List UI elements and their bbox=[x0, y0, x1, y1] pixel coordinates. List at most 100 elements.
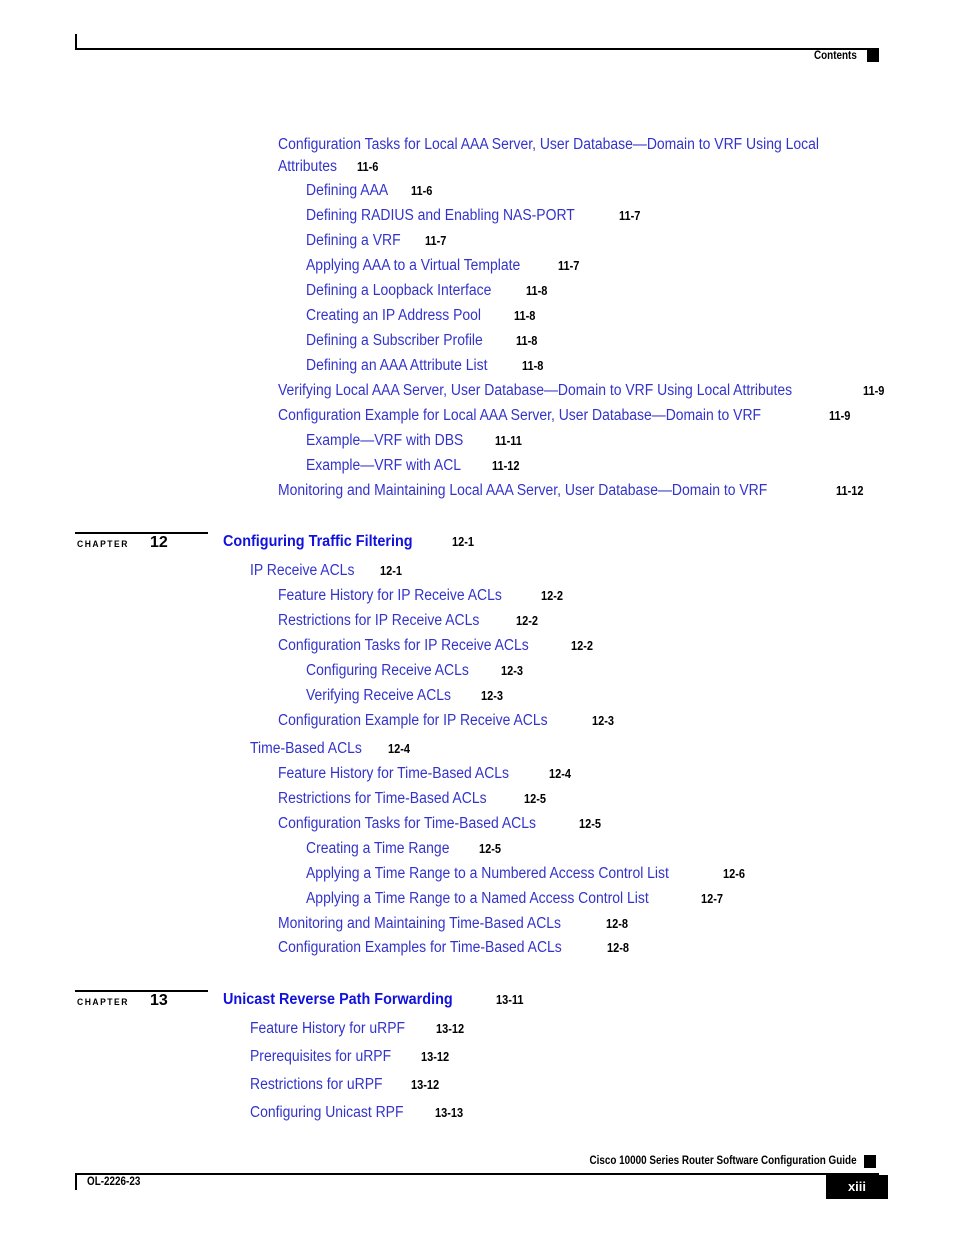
toc-entry-page-number[interactable]: 11-6 bbox=[357, 160, 378, 174]
toc-entry-page-number[interactable]: 11-9 bbox=[829, 409, 850, 423]
toc-entry-level-3[interactable]: Creating an IP Address Pool 11-8 bbox=[306, 307, 539, 325]
toc-entry-page-number[interactable]: 12-8 bbox=[607, 941, 629, 955]
toc-entry-page-number[interactable]: 12-2 bbox=[541, 589, 563, 603]
toc-entry-level-2[interactable]: Verifying Local AAA Server, User Databas… bbox=[278, 382, 888, 400]
toc-entry-page-number[interactable]: 12-1 bbox=[380, 564, 402, 578]
toc-entry-title[interactable]: Time-Based ACLs bbox=[250, 740, 362, 758]
toc-entry-page-number[interactable]: 11-8 bbox=[522, 359, 543, 373]
toc-entry-level-3[interactable]: Defining RADIUS and Enabling NAS-PORT 11-… bbox=[306, 207, 643, 225]
toc-chapter-entry[interactable]: Unicast Reverse Path Forwarding 13-11 bbox=[223, 991, 527, 1009]
toc-chapter-entry[interactable]: Configuring Traffic Filtering 12-1 bbox=[223, 533, 477, 551]
toc-entry-title[interactable]: Applying AAA to a Virtual Template bbox=[306, 257, 520, 275]
toc-entry-level-2[interactable]: Feature History for IP Receive ACLs 12-2 bbox=[278, 587, 566, 605]
toc-entry-level-3[interactable]: Example—VRF with ACL 11-12 bbox=[306, 457, 524, 475]
toc-entry-page-number[interactable]: 12-1 bbox=[452, 535, 474, 549]
toc-entry-title[interactable]: Feature History for Time-Based ACLs bbox=[278, 765, 509, 783]
toc-entry-title[interactable]: Verifying Receive ACLs bbox=[306, 687, 451, 705]
toc-entry-level-2[interactable]: Configuration Tasks for IP Receive ACLs 1… bbox=[278, 637, 596, 655]
toc-entry-level-3[interactable]: Defining AAA 11-6 bbox=[306, 182, 436, 200]
toc-entry-title[interactable]: Defining AAA bbox=[306, 182, 388, 200]
toc-entry-title[interactable]: Prerequisites for uRPF bbox=[250, 1048, 391, 1066]
toc-entry-page-number[interactable]: 11-8 bbox=[514, 309, 535, 323]
toc-entry-level-3[interactable]: Creating a Time Range 12-5 bbox=[306, 840, 504, 858]
toc-entry-title[interactable]: Configuring Unicast RPF bbox=[250, 1104, 404, 1122]
toc-entry-level-2[interactable]: Restrictions for Time-Based ACLs 12-5 bbox=[278, 790, 549, 808]
toc-entry-page-number[interactable]: 12-5 bbox=[579, 817, 601, 831]
toc-entry-level-1[interactable]: Time-Based ACLs 12-4 bbox=[250, 740, 413, 758]
toc-entry-page-number[interactable]: 11-8 bbox=[526, 284, 547, 298]
toc-entry-page-number[interactable]: 12-4 bbox=[549, 767, 571, 781]
toc-entry-title[interactable]: Feature History for IP Receive ACLs bbox=[278, 587, 502, 605]
toc-entry-title[interactable]: Creating a Time Range bbox=[306, 840, 449, 858]
toc-entry-title[interactable]: Example—VRF with ACL bbox=[306, 457, 461, 475]
toc-entry-level-3[interactable]: Defining a VRF 11-7 bbox=[306, 232, 449, 250]
toc-entry-page-number[interactable]: 12-3 bbox=[481, 689, 503, 703]
toc-entry-level-3[interactable]: Defining a Subscriber Profile 11-8 bbox=[306, 332, 541, 350]
toc-entry-page-number[interactable]: 12-5 bbox=[479, 842, 501, 856]
toc-entry-page-number[interactable]: 12-5 bbox=[524, 792, 546, 806]
toc-entry-title[interactable]: Defining a VRF bbox=[306, 232, 401, 250]
toc-entry-level-3[interactable]: Defining an AAA Attribute List 11-8 bbox=[306, 357, 546, 375]
toc-entry-level-2[interactable]: Restrictions for IP Receive ACLs 12-2 bbox=[278, 612, 541, 630]
toc-entry-level-3[interactable]: Configuring Receive ACLs 12-3 bbox=[306, 662, 526, 680]
toc-entry-page-number[interactable]: 11-7 bbox=[619, 209, 640, 223]
toc-entry-level-1[interactable]: Prerequisites for uRPF 13-12 bbox=[250, 1048, 453, 1066]
toc-entry-page-number[interactable]: 12-3 bbox=[501, 664, 523, 678]
toc-entry-level-2[interactable]: Monitoring and Maintaining Time-Based AC… bbox=[278, 915, 632, 933]
toc-entry-level-1[interactable]: Restrictions for uRPF 13-12 bbox=[250, 1076, 443, 1094]
toc-entry-page-number[interactable]: 12-2 bbox=[571, 639, 593, 653]
toc-entry-title[interactable]: IP Receive ACLs bbox=[250, 562, 354, 580]
toc-entry-level-2[interactable]: Configuration Tasks for Time-Based ACLs 1… bbox=[278, 815, 604, 833]
toc-entry-page-number[interactable]: 13-13 bbox=[435, 1106, 463, 1120]
toc-entry-page-number[interactable]: 11-12 bbox=[492, 459, 520, 473]
toc-entry-level-1[interactable]: Configuring Unicast RPF 13-13 bbox=[250, 1104, 467, 1122]
toc-entry-title[interactable]: Defining a Subscriber Profile bbox=[306, 332, 483, 350]
toc-entry-page-number[interactable]: 12-7 bbox=[701, 892, 723, 906]
toc-entry-level-2[interactable]: Configuration Example for Local AAA Serv… bbox=[278, 407, 853, 425]
toc-entry-page-number[interactable]: 12-2 bbox=[516, 614, 538, 628]
toc-entry-level-3[interactable]: Applying a Time Range to a Numbered Acce… bbox=[306, 865, 748, 883]
toc-entry-title[interactable]: Configuring Traffic Filtering bbox=[223, 533, 413, 551]
toc-entry-title[interactable]: Configuration Tasks for Local AAA Server… bbox=[278, 136, 819, 154]
toc-entry-level-2[interactable]: Configuration Example for IP Receive ACL… bbox=[278, 712, 617, 730]
toc-entry-title[interactable]: Restrictions for uRPF bbox=[250, 1076, 383, 1094]
toc-entry-page-number[interactable]: 12-3 bbox=[592, 714, 614, 728]
toc-entry-title[interactable]: Feature History for uRPF bbox=[250, 1020, 405, 1038]
toc-entry-title[interactable]: Verifying Local AAA Server, User Databas… bbox=[278, 382, 792, 400]
toc-entry-level-2[interactable]: Attributes 11-6 bbox=[278, 158, 382, 176]
toc-entry-level-2[interactable]: Feature History for Time-Based ACLs 12-4 bbox=[278, 765, 574, 783]
toc-entry-level-3[interactable]: Example—VRF with DBS 11-11 bbox=[306, 432, 525, 450]
toc-entry-title[interactable]: Attributes bbox=[278, 158, 337, 176]
toc-entry-page-number[interactable]: 11-7 bbox=[558, 259, 579, 273]
toc-entry-title[interactable]: Unicast Reverse Path Forwarding bbox=[223, 991, 453, 1009]
toc-entry-level-3[interactable]: Applying AAA to a Virtual Template 11-7 bbox=[306, 257, 582, 275]
toc-entry-level-3[interactable]: Applying a Time Range to a Named Access … bbox=[306, 890, 726, 908]
toc-entry-title[interactable]: Defining an AAA Attribute List bbox=[306, 357, 487, 375]
toc-entry-page-number[interactable]: 11-9 bbox=[863, 384, 884, 398]
toc-entry-page-number[interactable]: 11-8 bbox=[516, 334, 537, 348]
toc-entry-level-2[interactable]: Monitoring and Maintaining Local AAA Ser… bbox=[278, 482, 867, 500]
toc-entry-level-2[interactable]: Configuration Examples for Time-Based AC… bbox=[278, 939, 632, 957]
toc-entry-page-number[interactable]: 11-7 bbox=[425, 234, 446, 248]
toc-entry-level-1[interactable]: Feature History for uRPF 13-12 bbox=[250, 1020, 468, 1038]
toc-entry-title[interactable]: Configuration Example for Local AAA Serv… bbox=[278, 407, 761, 425]
toc-entry-title[interactable]: Creating an IP Address Pool bbox=[306, 307, 481, 325]
toc-entry-level-2[interactable]: Configuration Tasks for Local AAA Server… bbox=[278, 136, 879, 154]
toc-entry-page-number[interactable]: 13-12 bbox=[421, 1050, 449, 1064]
toc-entry-title[interactable]: Defining RADIUS and Enabling NAS-PORT bbox=[306, 207, 575, 225]
toc-entry-title[interactable]: Monitoring and Maintaining Local AAA Ser… bbox=[278, 482, 767, 500]
toc-entry-page-number[interactable]: 13-12 bbox=[411, 1078, 439, 1092]
toc-entry-title[interactable]: Configuration Example for IP Receive ACL… bbox=[278, 712, 548, 730]
toc-entry-title[interactable]: Configuration Examples for Time-Based AC… bbox=[278, 939, 562, 957]
toc-entry-title[interactable]: Restrictions for Time-Based ACLs bbox=[278, 790, 487, 808]
toc-entry-title[interactable]: Monitoring and Maintaining Time-Based AC… bbox=[278, 915, 561, 933]
toc-entry-page-number[interactable]: 13-12 bbox=[436, 1022, 464, 1036]
toc-entry-page-number[interactable]: 12-4 bbox=[388, 742, 410, 756]
toc-entry-title[interactable]: Configuration Tasks for IP Receive ACLs bbox=[278, 637, 529, 655]
toc-entry-page-number[interactable]: 13-11 bbox=[496, 993, 524, 1007]
toc-entry-level-3[interactable]: Verifying Receive ACLs 12-3 bbox=[306, 687, 506, 705]
toc-entry-page-number[interactable]: 12-6 bbox=[723, 867, 745, 881]
toc-entry-level-1[interactable]: IP Receive ACLs 12-1 bbox=[250, 562, 405, 580]
toc-entry-page-number[interactable]: 12-8 bbox=[606, 917, 628, 931]
toc-entry-title[interactable]: Example—VRF with DBS bbox=[306, 432, 463, 450]
